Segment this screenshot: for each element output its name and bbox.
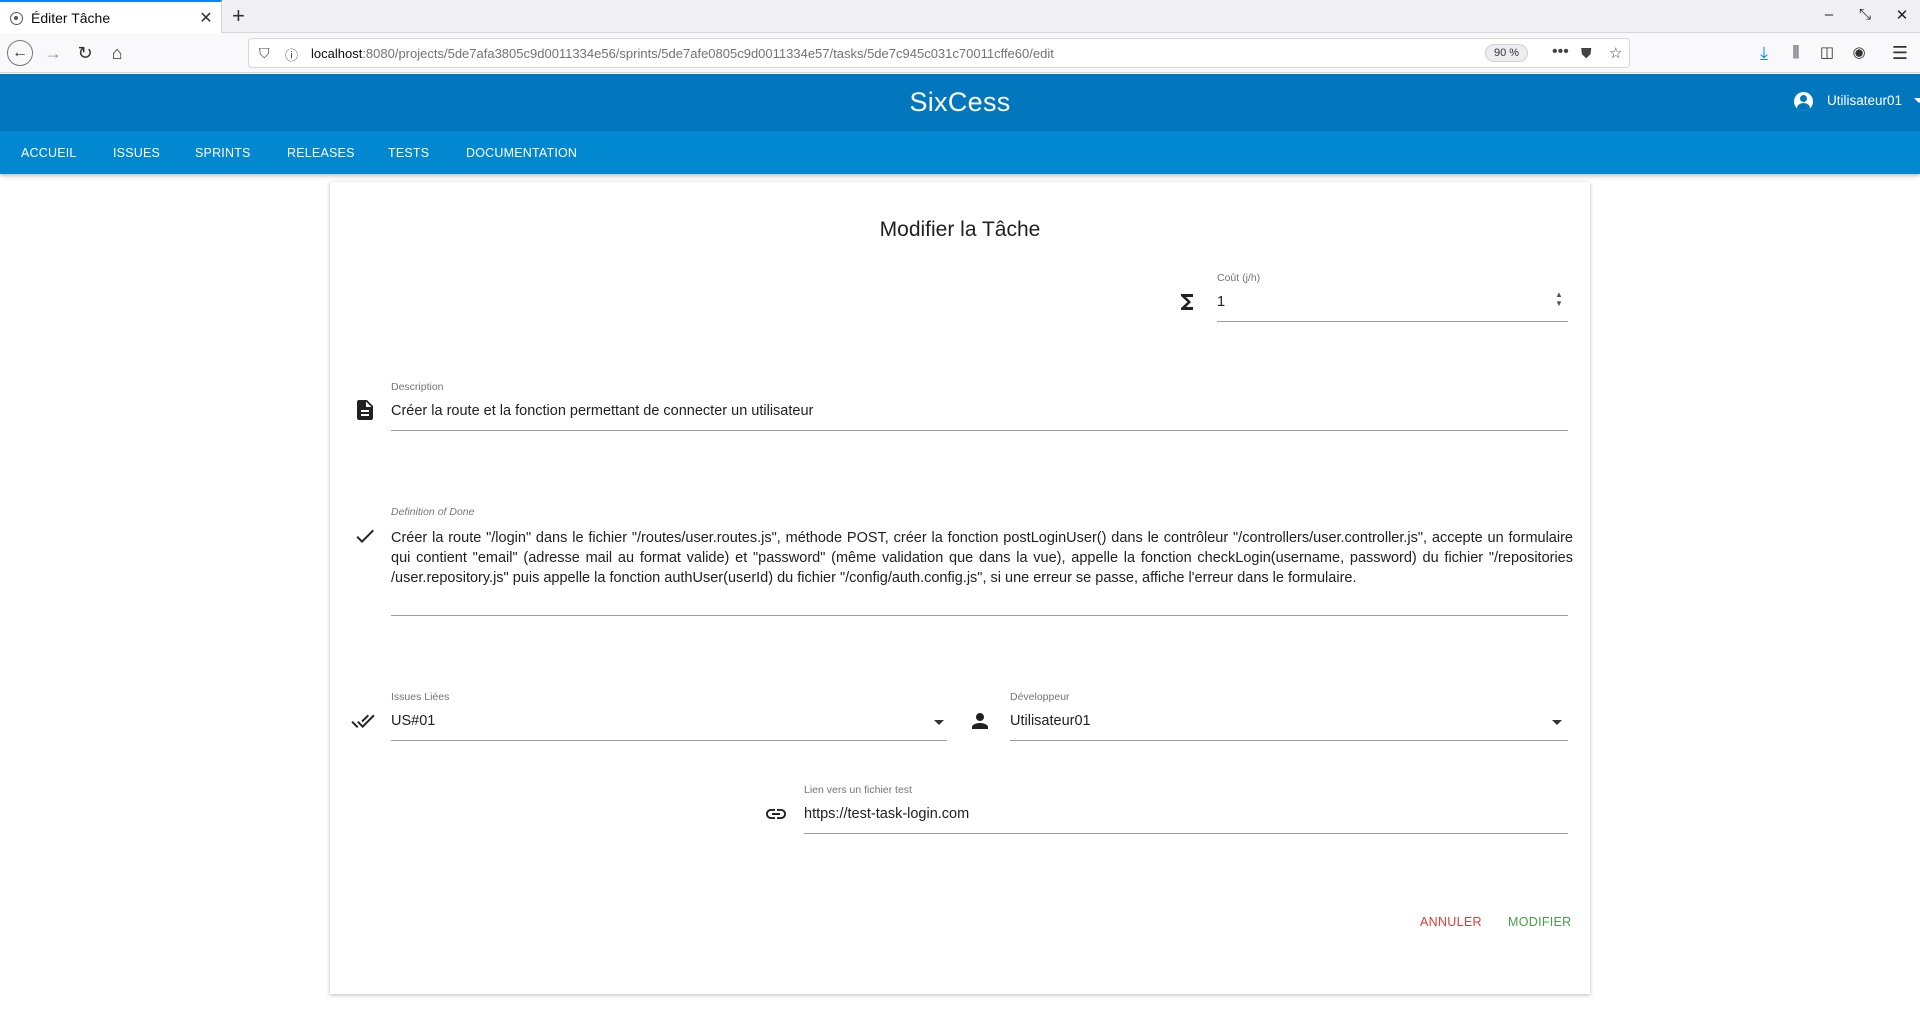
- test-link-label: Lien vers un fichier test: [804, 784, 912, 796]
- user-menu[interactable]: Utilisateur01: [1793, 92, 1920, 111]
- page-actions-icon[interactable]: •••: [1552, 43, 1569, 61]
- new-tab-icon[interactable]: +: [232, 3, 245, 29]
- page-title: Modifier la Tâche: [879, 218, 1041, 241]
- sigma-icon: [1181, 294, 1193, 310]
- app-title: SixCess: [909, 87, 1011, 117]
- dod-underline: [391, 615, 1568, 616]
- number-spinner-icon[interactable]: ▲ ▼: [1555, 290, 1563, 308]
- developer-underline: [1010, 740, 1568, 741]
- dod-label: Definition of Done: [391, 506, 475, 518]
- account-circle-icon: [1793, 92, 1813, 111]
- restore-icon[interactable]: ⤡: [1856, 6, 1874, 23]
- developer-dropdown-icon[interactable]: [1552, 720, 1562, 725]
- issues-label: Issues Liées: [391, 691, 450, 703]
- pocket-icon[interactable]: ⛊: [1581, 45, 1592, 62]
- minimize-icon[interactable]: –: [1820, 6, 1838, 23]
- library-icon[interactable]: ⫼: [1784, 41, 1808, 65]
- issues-select[interactable]: US#01: [391, 713, 435, 729]
- forward-icon[interactable]: →: [41, 41, 65, 65]
- url-bar[interactable]: ⛉ ⓘ localhost:8080/projects/5de7afa3805c…: [248, 38, 1630, 68]
- test-link-input[interactable]: https://test-task-login.com: [804, 806, 969, 822]
- account-icon[interactable]: ◉: [1847, 41, 1871, 65]
- edit-task-card: Modifier la Tâche Coût (j/h) 1 ▲ ▼ Descri…: [330, 182, 1590, 994]
- chevron-down-icon: [1914, 98, 1920, 103]
- user-name: Utilisateur01: [1826, 93, 1902, 108]
- dod-textarea[interactable]: Créer la route "/login" dans le fichier …: [391, 528, 1573, 588]
- sidebar-icon[interactable]: ◫: [1815, 41, 1839, 65]
- tracking-shield-icon[interactable]: ⛉: [259, 45, 270, 62]
- app-nav: ACCUEIL ISSUES SPRINTS RELEASES TESTS DO…: [0, 131, 1920, 174]
- person-icon: [972, 713, 988, 729]
- link-icon: [766, 809, 786, 819]
- url-text[interactable]: localhost:8080/projects/5de7afa3805c9d00…: [311, 46, 1054, 61]
- reload-icon[interactable]: ↻: [73, 41, 97, 65]
- issues-underline: [391, 740, 947, 741]
- browser-tab[interactable]: Éditer Tâche ✕: [0, 0, 222, 34]
- issues-dropdown-icon[interactable]: [934, 720, 944, 725]
- tab-accueil[interactable]: ACCUEIL: [21, 146, 77, 160]
- developer-select[interactable]: Utilisateur01: [1010, 713, 1091, 729]
- developer-label: Développeur: [1010, 691, 1070, 703]
- description-input[interactable]: Créer la route et la fonction permettant…: [391, 403, 813, 419]
- app-header: SixCess Utilisateur01: [0, 74, 1920, 131]
- home-icon[interactable]: ⌂: [105, 41, 129, 65]
- cost-label: Coût (j/h): [1217, 272, 1261, 284]
- tab-issues[interactable]: ISSUES: [113, 146, 160, 160]
- close-tab-icon[interactable]: ✕: [198, 8, 214, 28]
- downloads-icon[interactable]: ⤓: [1752, 41, 1776, 65]
- favicon-icon: [10, 12, 23, 25]
- test-link-underline: [804, 833, 1568, 834]
- document-icon: [357, 400, 373, 420]
- browser-toolbar: ← → ↻ ⌂ ⛉ ⓘ localhost:8080/projects/5de7…: [0, 33, 1920, 73]
- cost-underline: [1217, 321, 1568, 322]
- browser-tab-bar: Éditer Tâche ✕ + – ⤡ ✕: [0, 0, 1920, 34]
- check-icon: [356, 529, 374, 543]
- site-info-icon[interactable]: ⓘ: [285, 45, 298, 64]
- cancel-button[interactable]: ANNULER: [1420, 915, 1482, 929]
- tab-documentation[interactable]: DOCUMENTATION: [466, 146, 577, 160]
- tab-sprints[interactable]: SPRINTS: [195, 146, 251, 160]
- zoom-level[interactable]: 90 %: [1485, 44, 1529, 62]
- cost-input[interactable]: 1: [1217, 294, 1225, 310]
- bookmark-star-icon[interactable]: ☆: [1609, 44, 1622, 62]
- double-check-icon: [351, 714, 375, 728]
- menu-icon[interactable]: ☰: [1888, 41, 1912, 65]
- tab-title: Éditer Tâche: [31, 10, 111, 26]
- description-label: Description: [391, 381, 444, 393]
- close-window-icon[interactable]: ✕: [1893, 6, 1911, 24]
- tab-releases[interactable]: RELEASES: [287, 146, 355, 160]
- back-icon[interactable]: ←: [7, 40, 33, 66]
- tab-tests[interactable]: TESTS: [388, 146, 429, 160]
- submit-button[interactable]: MODIFIER: [1508, 915, 1572, 929]
- description-underline: [391, 430, 1568, 431]
